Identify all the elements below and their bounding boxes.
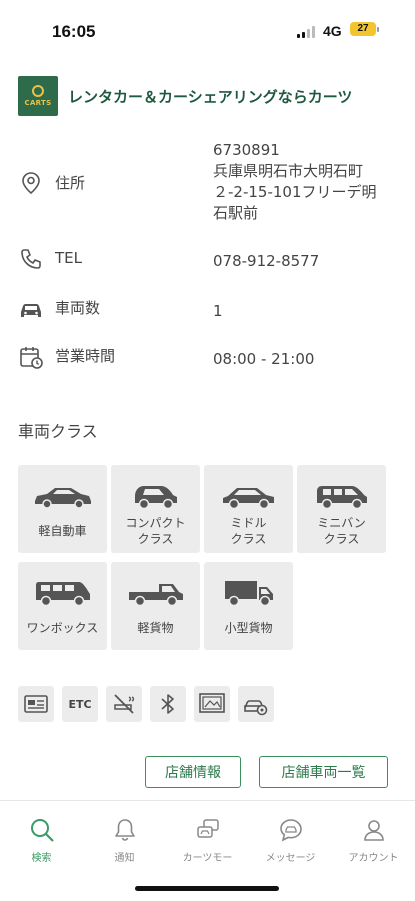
- etc-card-icon: [24, 695, 48, 713]
- tab-label: 通知: [114, 853, 135, 864]
- tab-search[interactable]: 検索: [0, 817, 83, 864]
- compact-car-icon: [134, 486, 177, 510]
- logo-text: CARTS: [24, 99, 52, 107]
- one-box-van-icon: [35, 582, 90, 607]
- vehicle-count-label: 車両数: [55, 299, 101, 317]
- home-indicator: [135, 886, 279, 891]
- vehicle-count-row: 車両数 1: [18, 294, 398, 324]
- carts-logo: CARTS: [18, 76, 58, 116]
- bluetooth-icon: [161, 694, 174, 714]
- class-kei[interactable]: 軽自動車: [18, 465, 107, 553]
- message-icon: [279, 819, 302, 842]
- vehicle-class-title: 車両クラス: [18, 422, 98, 441]
- calendar-clock-icon: [20, 347, 43, 369]
- no-smoking-icon: [114, 694, 135, 714]
- class-name-line: コンパクト: [125, 516, 186, 530]
- etc-feature: ETC: [62, 686, 98, 722]
- phone-icon: [21, 249, 41, 269]
- brand-name: レンタカー＆カーシェアリングならカーツ: [68, 87, 353, 106]
- kei-car-icon: [34, 488, 91, 509]
- class-name: ミドル クラス: [230, 515, 266, 547]
- chat-car-icon: [196, 819, 219, 838]
- store-vehicles-button[interactable]: 店舗車両一覧: [259, 756, 388, 788]
- etc-card-feature: [18, 686, 54, 722]
- status-time: 16:05: [52, 22, 96, 41]
- location-pin-icon: [22, 172, 40, 195]
- tab-label: アカウント: [348, 853, 399, 864]
- class-name-line: ミニバン: [317, 516, 366, 530]
- tab-messages[interactable]: メッセージ: [249, 817, 332, 864]
- class-name: 軽貨物: [137, 621, 174, 635]
- car-settings-feature: [238, 686, 274, 722]
- address-line: ２-2-15-101フリーデ明: [213, 183, 377, 201]
- logo-ring-icon: [32, 85, 44, 97]
- store-info-button[interactable]: 店舗情報: [145, 756, 241, 788]
- bell-icon: [114, 819, 135, 841]
- class-name: ミニバン クラス: [317, 515, 366, 547]
- class-name: ワンボックス: [26, 621, 99, 635]
- minivan-icon: [316, 486, 367, 510]
- class-name-line: クラス: [137, 532, 174, 546]
- hours-value: 08:00 - 21:00: [213, 350, 315, 368]
- car-settings-icon: [244, 700, 268, 716]
- class-name-line: クラス: [323, 532, 360, 546]
- address-row: 住所 6730891 兵庫県明石市大明石町 ２-2-15-101フリーデ明 石駅…: [18, 140, 398, 230]
- etc-text-icon: ETC: [68, 697, 92, 711]
- tel-value[interactable]: 078-912-8577: [213, 251, 319, 272]
- class-light-truck[interactable]: 軽貨物: [111, 562, 200, 650]
- tab-notifications[interactable]: 通知: [83, 817, 166, 864]
- light-truck-icon: [128, 584, 183, 607]
- tab-label: カーツモー: [182, 853, 233, 864]
- class-one-box[interactable]: ワンボックス: [18, 562, 107, 650]
- tab-label: 検索: [31, 853, 52, 864]
- class-name: 軽自動車: [38, 524, 87, 538]
- status-bar: 16:05 4G 27: [0, 0, 415, 60]
- class-name-line: ミドル: [230, 516, 267, 530]
- signal-icon: [297, 26, 315, 38]
- address-label: 住所: [55, 174, 86, 192]
- class-compact[interactable]: コンパクト クラス: [111, 465, 200, 553]
- tel-row[interactable]: TEL 078-912-8577: [18, 246, 398, 276]
- tab-account[interactable]: アカウント: [332, 817, 415, 864]
- hours-label: 営業時間: [55, 347, 116, 365]
- hours-row: 営業時間 08:00 - 21:00: [18, 342, 398, 372]
- address-line: 兵庫県明石市大明石町: [213, 162, 364, 180]
- class-name-line: クラス: [230, 532, 267, 546]
- tel-label: TEL: [55, 249, 82, 267]
- tab-label: メッセージ: [265, 853, 316, 864]
- class-small-truck[interactable]: 小型貨物: [204, 562, 293, 650]
- class-minivan[interactable]: ミニバン クラス: [297, 465, 386, 553]
- account-icon: [363, 820, 384, 841]
- class-name: 小型貨物: [224, 621, 273, 635]
- address-line: 石駅前: [213, 204, 259, 222]
- battery-tip: [377, 27, 379, 32]
- navigation-screen-icon: [199, 693, 225, 713]
- navigation-feature: [194, 686, 230, 722]
- small-truck-icon: [224, 581, 273, 607]
- brand-header[interactable]: CARTS レンタカー＆カーシェアリングならカーツ: [18, 76, 352, 116]
- address-line: 6730891: [213, 141, 280, 159]
- vehicle-count-value: 1: [213, 302, 223, 320]
- class-name: コンパクト クラス: [125, 515, 185, 547]
- search-icon: [30, 819, 54, 842]
- battery-icon: 27: [350, 22, 376, 36]
- network-type: 4G: [323, 23, 342, 39]
- bluetooth-feature: [150, 686, 186, 722]
- class-middle[interactable]: ミドル クラス: [204, 465, 293, 553]
- tab-cartsmo[interactable]: カーツモー: [166, 817, 249, 864]
- middle-car-icon: [222, 488, 274, 510]
- no-smoking-feature: [106, 686, 142, 722]
- address-value: 6730891 兵庫県明石市大明石町 ２-2-15-101フリーデ明 石駅前: [213, 140, 377, 224]
- car-icon: [21, 304, 41, 317]
